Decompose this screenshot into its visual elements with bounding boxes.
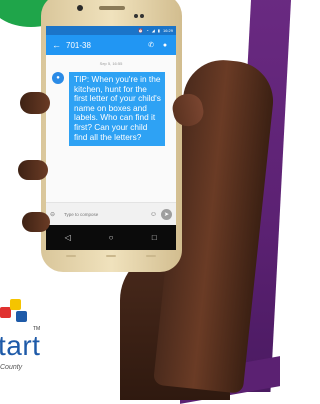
square-recents-icon[interactable]: □ [146, 233, 162, 242]
phone-icon[interactable]: ✆ [146, 41, 156, 49]
finger-left-middle [18, 160, 48, 180]
earpiece-speaker [99, 6, 125, 10]
triangle-back-icon[interactable]: ◁ [60, 233, 76, 242]
smiley-icon[interactable]: ☺ [149, 211, 158, 218]
send-button[interactable]: ➤ [161, 208, 172, 220]
arrow-left-icon[interactable]: ← [52, 40, 62, 50]
compose-input[interactable] [64, 209, 149, 219]
android-nav-bar: ◁ ○ □ [46, 225, 176, 250]
message-row: ● TIP: When you're in the kitchen, hunt … [46, 66, 176, 147]
person-icon[interactable]: ● [160, 42, 170, 49]
sensor-dots [134, 5, 148, 18]
person-icon: ● [56, 75, 60, 81]
logo-yellow-square [10, 299, 21, 310]
message-bubble[interactable]: TIP: When you're in the kitchen, hunt fo… [69, 72, 165, 147]
conversation-app-bar: ← 701-38 ✆ ● [46, 35, 176, 55]
brand-logo-mark [0, 293, 30, 333]
phone-top-bezel [41, 0, 182, 22]
send-icon: ➤ [163, 211, 170, 218]
signal-icon: ◢ [151, 28, 155, 33]
finger-left-bottom [22, 212, 50, 232]
front-camera-icon [77, 5, 83, 11]
sender-avatar[interactable]: ● [52, 72, 64, 84]
conversation-title: 701-38 [66, 40, 91, 50]
alarm-icon: ⏰ [138, 28, 144, 33]
phone-screen: ⏰ ◔ ◢ ▮ 16:29 ← 701-38 ✆ ● Sep 5, 16:55 … [46, 26, 176, 250]
status-time: 16:29 [162, 28, 173, 33]
brand-subtitle: County [0, 364, 23, 371]
circle-home-icon[interactable]: ○ [103, 233, 119, 242]
phone-bottom-bezel [66, 255, 156, 263]
wifi-icon: ◔ [146, 28, 149, 33]
attach-icon[interactable]: ⊖ [50, 211, 62, 218]
brand-wordmark: tart [0, 330, 41, 361]
finger-left-top [20, 92, 50, 114]
logo-blue-square [16, 311, 27, 322]
message-composer: ⊖ ☺ ➤ [46, 202, 176, 225]
battery-icon: ▮ [157, 28, 160, 33]
status-bar: ⏰ ◔ ◢ ▮ 16:29 [46, 26, 176, 35]
